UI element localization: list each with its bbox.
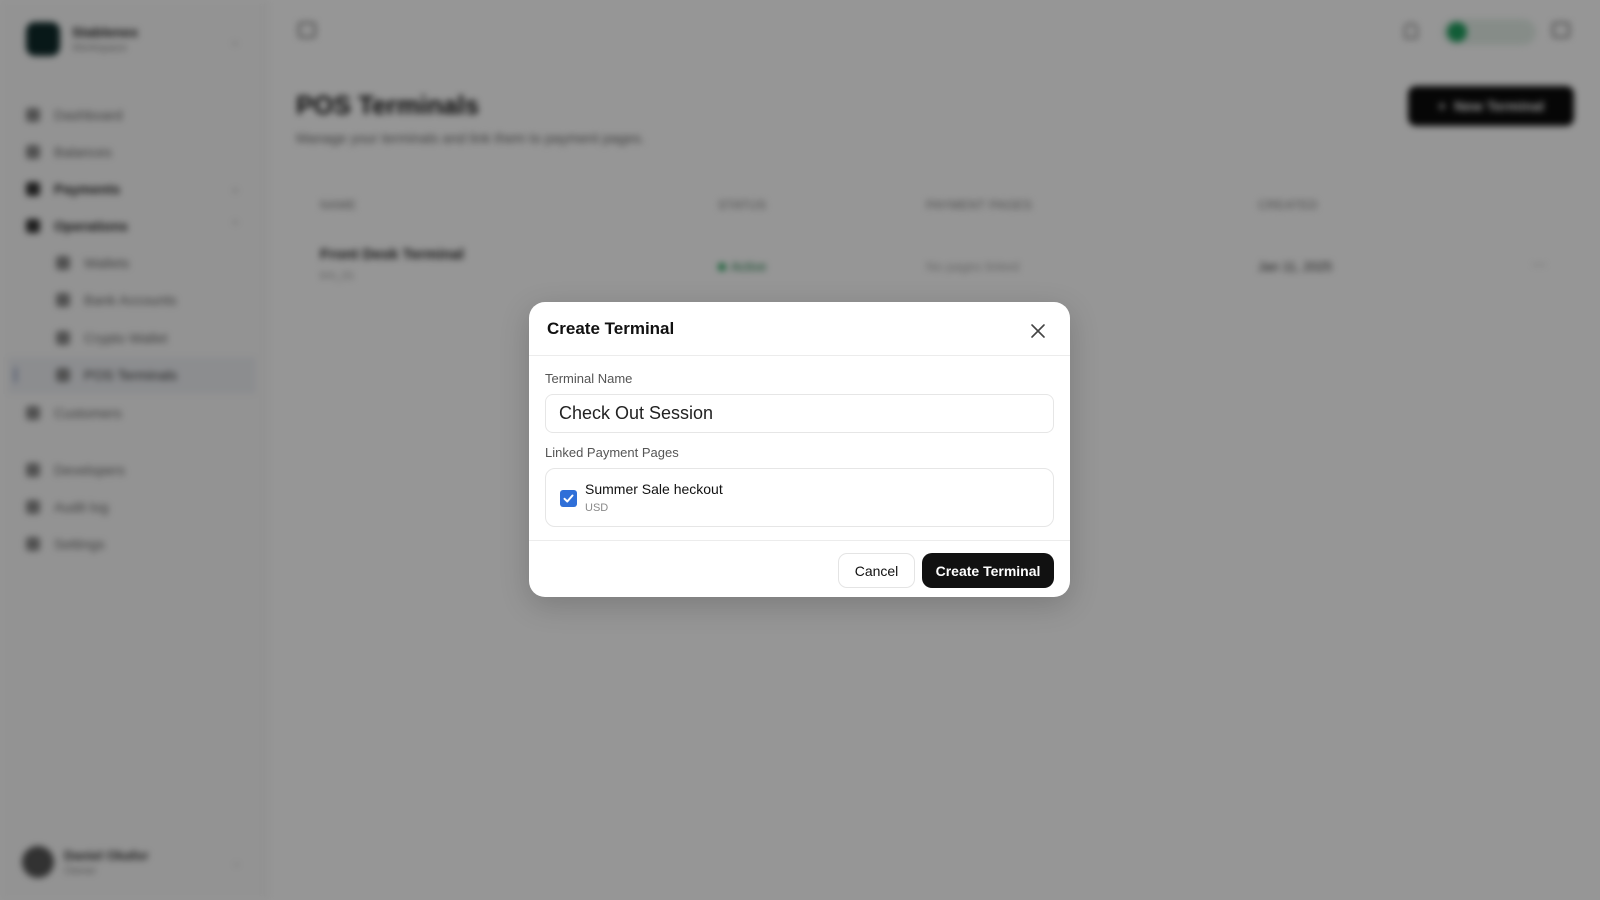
terminal-name-label: Terminal Name [545, 371, 633, 386]
close-icon [1031, 324, 1045, 338]
dialog-title: Create Terminal [547, 319, 675, 338]
payment-page-currency: USD [585, 502, 609, 514]
linked-pages-label: Linked Payment Pages [545, 445, 679, 460]
dialog-footer: Cancel Create Terminal [529, 540, 1070, 597]
terminal-name-input[interactable] [545, 394, 1054, 433]
payment-page-checkbox[interactable] [560, 490, 577, 507]
create-terminal-dialog: Create Terminal Terminal Name Linked Pay… [529, 302, 1070, 597]
dialog-header: Create Terminal [529, 302, 1070, 356]
payment-page-option[interactable]: Summer Sale heckout USD [545, 468, 1054, 527]
check-icon [563, 494, 574, 503]
close-button[interactable] [1027, 320, 1049, 342]
payment-page-name: Summer Sale heckout [585, 481, 723, 497]
create-terminal-button[interactable]: Create Terminal [922, 553, 1054, 588]
cancel-button[interactable]: Cancel [838, 553, 915, 588]
dialog-body: Terminal Name Linked Payment Pages Summe… [529, 356, 1070, 540]
